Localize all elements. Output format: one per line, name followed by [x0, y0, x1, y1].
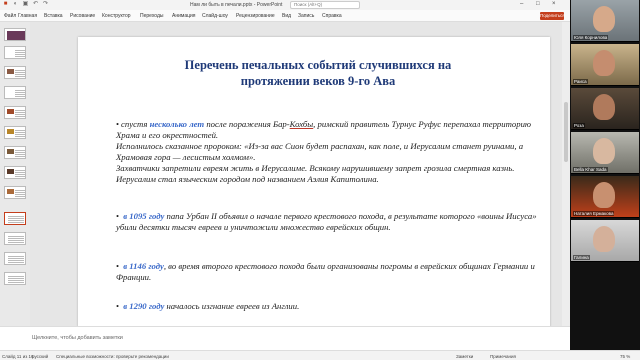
autosave-icon[interactable]: ◐: [12, 1, 19, 8]
tab-slideshow[interactable]: Слайд-шоу: [202, 13, 228, 19]
slide-thumbnail[interactable]: [4, 232, 26, 245]
save-icon[interactable]: ▣: [22, 1, 29, 8]
slide-thumbnail[interactable]: [4, 126, 26, 139]
tab-insert[interactable]: Вставка: [44, 13, 63, 19]
accessibility-status[interactable]: Специальные возможности: проверьте реком…: [56, 354, 169, 359]
participant-tile[interactable]: Bella Khar Sada: [571, 132, 639, 174]
tab-record[interactable]: Запись: [298, 13, 314, 19]
ribbon-tabs: Файл Главная Вставка Рисование Конструкт…: [0, 10, 570, 22]
participant-tile[interactable]: Роза: [571, 88, 639, 130]
bullet-2-year: в 1095 году: [123, 211, 165, 221]
slide-title-line2: протяжении веков 9-го Ава: [240, 74, 396, 88]
slide-counter: Слайд 11 из 16: [2, 354, 34, 359]
participant-tile[interactable]: Раиса: [571, 44, 639, 86]
minimize-icon[interactable]: –: [520, 1, 523, 7]
tab-help[interactable]: Справка: [322, 13, 342, 19]
slide-thumbnail[interactable]: [4, 86, 26, 99]
search-input[interactable]: Поиск (Alt+Q): [290, 1, 360, 9]
slide-thumbnail[interactable]: [4, 66, 26, 79]
app-icon: ■: [3, 1, 8, 7]
maximize-icon[interactable]: □: [536, 1, 540, 7]
slide-thumbnail-active[interactable]: [4, 212, 26, 225]
tab-review[interactable]: Рецензирование: [236, 13, 275, 19]
bullet-2[interactable]: • в 1095 году папа Урбан II объявил о на…: [116, 211, 556, 233]
participant-name: Раиса: [573, 79, 588, 84]
slide-thumbnail[interactable]: [4, 166, 26, 179]
slide-thumbnail[interactable]: [4, 272, 26, 285]
language-indicator[interactable]: русский: [32, 354, 48, 359]
participant-name: Наталия Ермакова: [573, 211, 615, 216]
tab-transitions[interactable]: Переходы: [140, 13, 163, 19]
slide-thumbnails: [0, 22, 30, 326]
bullet-marker: •: [116, 119, 120, 129]
share-button[interactable]: Поделиться: [540, 12, 565, 20]
bullet-1-prophecy: Исполнилось сказанное пророком: «Из-за в…: [116, 141, 524, 162]
slide-thumbnail[interactable]: [4, 146, 26, 159]
participant-name: Роза: [573, 123, 585, 128]
bullet-4-year: в 1290 году: [123, 301, 165, 311]
bullet-marker: •: [116, 211, 120, 221]
bullet-1-text-a: спустя: [121, 119, 150, 129]
close-icon[interactable]: ×: [552, 1, 556, 7]
notes-button[interactable]: Заметки: [456, 354, 473, 359]
participant-name: Юля Корнилова: [573, 35, 609, 40]
bullet-4[interactable]: • в 1290 году началось изгнание евреев и…: [116, 301, 556, 312]
bullet-3-text: , во время второго крестового похода был…: [116, 261, 535, 282]
slide-thumbnail[interactable]: [4, 28, 26, 41]
bullet-1-highlight: несколько лет: [149, 119, 205, 129]
tab-view[interactable]: Вид: [282, 13, 291, 19]
redo-icon[interactable]: ↷: [42, 1, 49, 8]
title-bar: ■ ◐ ▣ ↶ ↷ Нам ли быть в печали.pptx - Po…: [0, 0, 570, 10]
bullet-1-ban: Захватчики запретили евреям жить в Иерус…: [116, 163, 515, 184]
tab-animation[interactable]: Анимация: [172, 13, 195, 19]
tab-file[interactable]: Файл: [4, 13, 16, 19]
participant-tile[interactable]: Юля Корнилова: [571, 0, 639, 42]
slide-thumbnail[interactable]: [4, 106, 26, 119]
tab-home[interactable]: Главная: [18, 13, 37, 19]
bullet-1-text-b: после поражения Бар-: [204, 119, 290, 129]
slide-thumbnail[interactable]: [4, 46, 26, 59]
zoom-level[interactable]: 75 %: [620, 354, 630, 359]
bullet-1[interactable]: • спустя несколько лет после поражения Ба…: [116, 119, 556, 185]
bullet-2-text: папа Урбан II объявил о начале первого к…: [116, 211, 537, 232]
participant-name: Bella Khar Sada: [573, 167, 608, 172]
participant-tile[interactable]: Галина: [571, 220, 639, 262]
tab-draw[interactable]: Рисование: [70, 13, 95, 19]
slide-canvas[interactable]: Перечень печальных событий случившихся н…: [78, 37, 550, 327]
bullet-3[interactable]: • в 1146 году, во время второго крестово…: [116, 261, 556, 283]
notes-pane[interactable]: Щелкните, чтобы добавить заметки: [0, 326, 570, 350]
bullet-3-year: в 1146 году: [123, 261, 164, 271]
slide-thumbnail[interactable]: [4, 186, 26, 199]
slide-editor: Перечень печальных событий случившихся н…: [30, 22, 570, 327]
video-call-panel: Юля Корнилова Раиса Роза Bella Khar Sada…: [570, 0, 640, 350]
notes-placeholder: Щелкните, чтобы добавить заметки: [32, 335, 123, 341]
bullet-marker: •: [116, 301, 120, 311]
vertical-scrollbar[interactable]: [562, 22, 570, 326]
scrollbar-thumb[interactable]: [564, 102, 568, 162]
slide-title[interactable]: Перечень печальных событий случившихся н…: [148, 57, 488, 89]
bullet-marker: •: [116, 261, 120, 271]
tab-design[interactable]: Конструктор: [102, 13, 131, 19]
bullet-1-misspelled: Кохбы: [289, 119, 314, 129]
participant-tile[interactable]: Наталия Ермакова: [571, 176, 639, 218]
bullet-4-text: началось изгнание евреев из Англии.: [164, 301, 300, 311]
undo-icon[interactable]: ↶: [32, 1, 39, 8]
slide-thumbnail[interactable]: [4, 252, 26, 265]
document-title: Нам ли быть в печали.pptx - PowerPoint: [190, 2, 283, 8]
participant-name: Галина: [573, 255, 590, 260]
comments-button[interactable]: Примечания: [490, 354, 516, 359]
status-bar: Слайд 11 из 16 русский Специальные возмо…: [0, 350, 640, 360]
slide-title-line1: Перечень печальных событий случившихся н…: [184, 58, 452, 72]
